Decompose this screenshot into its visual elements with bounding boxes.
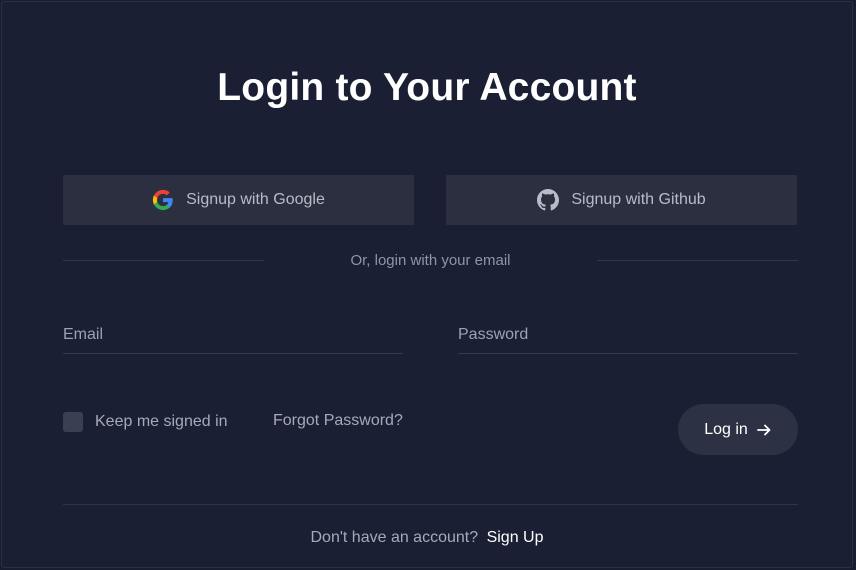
password-input[interactable] [458,316,798,353]
email-field-wrapper [63,316,403,354]
google-logo-icon [152,189,174,211]
email-divider: Or, login with your email [63,252,798,272]
login-button-label: Log in [704,420,748,438]
signup-github-label: Signup with Github [571,191,706,208]
signup-row: Don't have an account? Sign Up [2,529,852,547]
login-button[interactable]: Log in [678,404,798,455]
signup-github-button[interactable]: Signup with Github [446,175,797,225]
github-logo-icon [537,189,560,211]
keep-signed-in-group[interactable]: Keep me signed in [63,412,228,432]
arrow-right-icon [756,422,772,438]
email-input[interactable] [63,316,403,353]
forgot-password-link[interactable]: Forgot Password? [273,412,403,430]
signup-link[interactable]: Sign Up [487,529,544,546]
keep-signed-in-checkbox[interactable] [63,412,83,432]
signup-prompt: Don't have an account? [310,529,479,546]
signup-google-button[interactable]: Signup with Google [63,175,414,225]
divider-line-right [597,260,798,261]
login-card: Login to Your Account Signup with Google… [1,1,853,568]
password-field-wrapper [458,316,798,354]
keep-signed-in-label[interactable]: Keep me signed in [95,413,228,431]
page-title: Login to Your Account [217,66,637,109]
signup-google-label: Signup with Google [186,191,325,208]
footer-divider [63,504,798,505]
